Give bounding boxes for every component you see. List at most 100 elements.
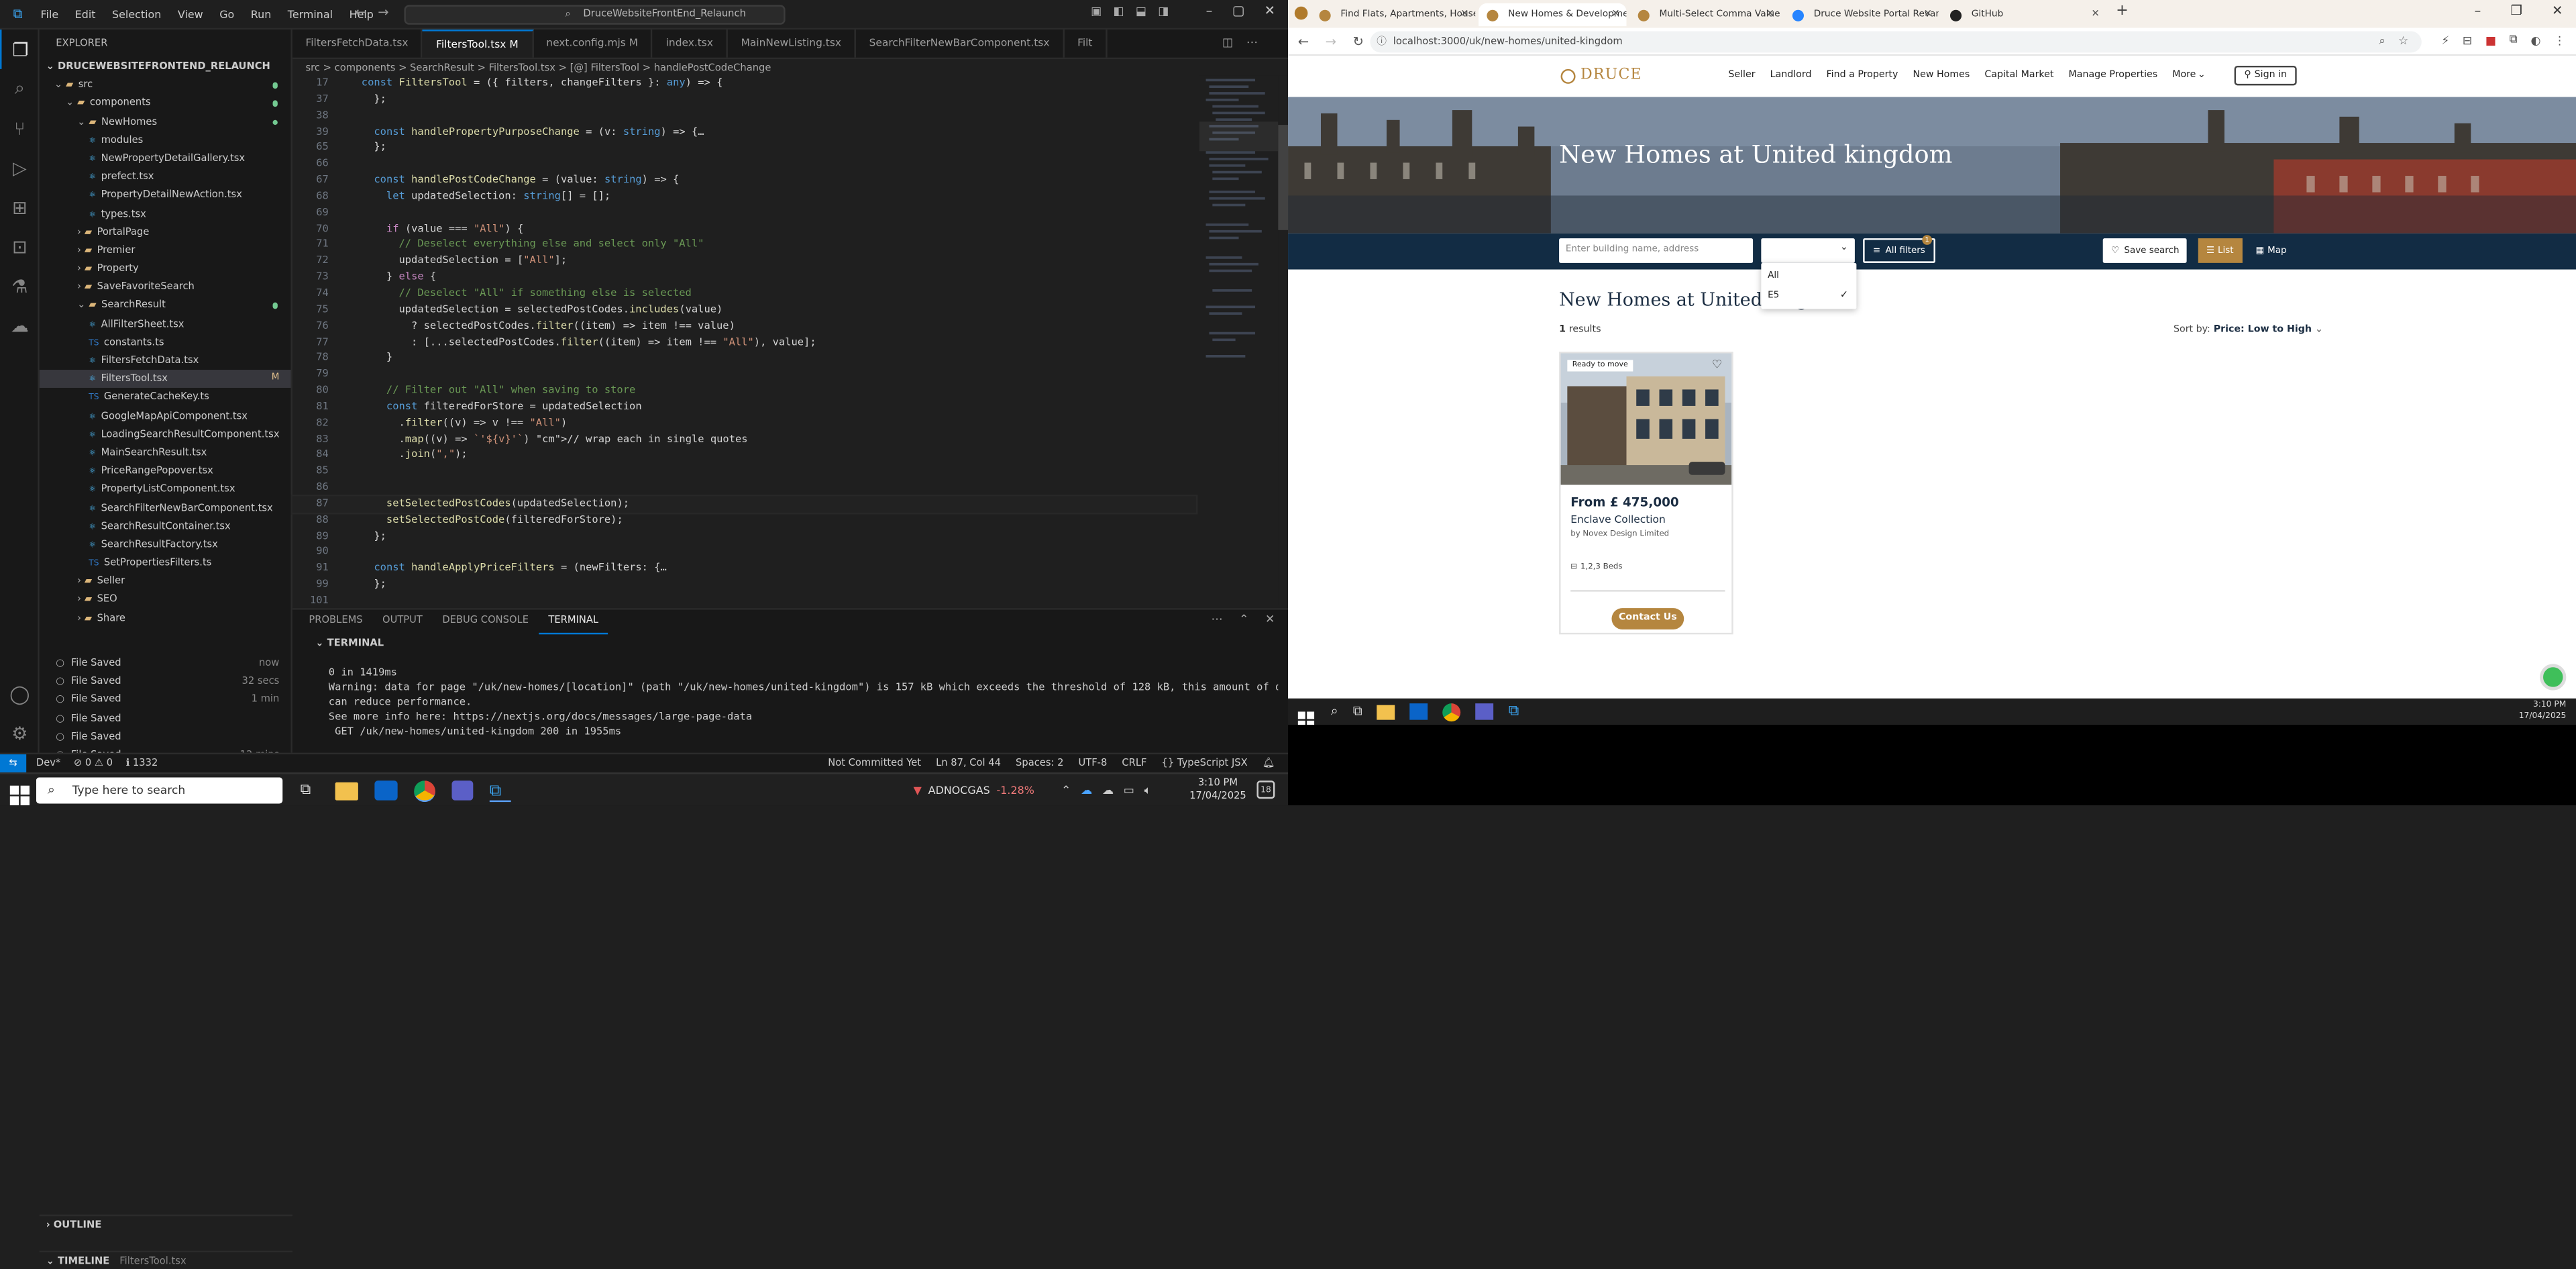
tree-item[interactable]: ⚛ AllFilterSheet.tsx: [40, 315, 291, 333]
status-item[interactable]: Not Committed Yet: [828, 754, 921, 774]
map-view-button[interactable]: ▦ Map: [2247, 238, 2295, 263]
status-item[interactable]: Ln 87, Col 44: [936, 754, 1001, 774]
volume-icon[interactable]: 🔈︎: [1144, 783, 1151, 798]
windows-start-icon[interactable]: [9, 780, 30, 806]
browser-tab[interactable]: New Homes & Developments✕: [1479, 3, 1627, 27]
tree-item[interactable]: ⚛ PriceRangePopover.tsx: [40, 462, 291, 480]
forward-arrow-icon[interactable]: →: [378, 5, 388, 19]
settings-gear-icon[interactable]: ⚙: [0, 713, 40, 753]
menu-item-view[interactable]: View: [170, 0, 211, 30]
outlook-icon[interactable]: [1409, 703, 1428, 720]
search-icon[interactable]: ⌕: [0, 69, 40, 109]
tree-item[interactable]: TS constants.ts: [40, 334, 291, 352]
nav-link-manage-properties[interactable]: Manage Properties: [2069, 70, 2158, 81]
chrome-icon[interactable]: [1442, 702, 1461, 721]
timeline-section-header[interactable]: ⌄ TIMELINE FiltersTool.tsx: [39, 1250, 292, 1269]
status-item[interactable]: Spaces: 2: [1016, 754, 1063, 774]
editor-tab[interactable]: FiltersTool.tsx M: [423, 30, 533, 58]
chevron-up-icon[interactable]: ⌃: [1061, 784, 1071, 797]
status-item[interactable]: CRLF: [1122, 754, 1146, 774]
new-tab-icon[interactable]: +: [2116, 3, 2128, 19]
whatsapp-icon[interactable]: [2540, 664, 2567, 691]
timeline-item[interactable]: ○ File Saved: [40, 709, 292, 727]
code-line[interactable]: 69: [292, 205, 1196, 221]
back-arrow-icon[interactable]: ←: [355, 5, 366, 19]
tree-item[interactable]: TS GenerateCacheKey.ts: [40, 389, 291, 407]
code-line[interactable]: 66: [292, 156, 1196, 172]
menu-item-file[interactable]: File: [32, 0, 66, 30]
ticker-name[interactable]: ADNOCGAS: [928, 784, 990, 797]
editor-tab[interactable]: SearchFilterNewBarComponent.tsx: [856, 30, 1065, 58]
notification-icon[interactable]: 18: [1256, 780, 1275, 799]
taskbar-search-box[interactable]: ⌕ Type here to search: [36, 777, 283, 804]
status-item[interactable]: {} TypeScript JSX: [1162, 754, 1248, 774]
tree-item[interactable]: ⚛ FiltersTool.tsx M: [39, 370, 291, 389]
browser-tab[interactable]: GitHub ✕: [1942, 3, 2106, 26]
code-line[interactable]: 89 };: [292, 529, 1196, 545]
code-line[interactable]: 80 // Filter out "All" when saving to st…: [292, 383, 1196, 399]
tree-item[interactable]: ⚛ SearchFilterNewBarComponent.tsx: [40, 499, 291, 517]
code-line[interactable]: 37 };: [292, 92, 1196, 108]
tree-item[interactable]: ⚛ MainSearchResult.tsx: [40, 444, 291, 462]
tree-item[interactable]: ⚛ SearchResultFactory.tsx: [40, 536, 291, 554]
extensions-icon[interactable]: ⊞: [0, 187, 40, 227]
layout-icon[interactable]: ▣: [1091, 5, 1102, 18]
run-debug-icon[interactable]: ▷: [0, 148, 40, 187]
tree-item[interactable]: ⚛ FiltersFetchData.tsx: [40, 352, 291, 370]
command-center-search[interactable]: ⌕ DruceWebsiteFrontEnd_Relaunch: [404, 5, 786, 25]
docker-icon[interactable]: ☁: [0, 306, 40, 346]
forward-arrow-icon[interactable]: →: [1326, 34, 1336, 49]
minimize-icon[interactable]: –: [2475, 3, 2481, 18]
tree-item[interactable]: › ▰ Share: [40, 609, 291, 627]
tab-close-icon[interactable]: ✕: [1766, 3, 1774, 26]
source-control-icon[interactable]: ⑂: [0, 109, 40, 148]
task-view-icon[interactable]: ⧉: [292, 782, 319, 799]
explorer-icon[interactable]: ❐: [0, 30, 40, 69]
tree-item[interactable]: ⚛ modules: [40, 131, 291, 149]
nav-link-capital-market[interactable]: Capital Market: [1984, 70, 2053, 81]
breadcrumb[interactable]: src > components > SearchResult > Filter…: [292, 61, 1288, 77]
network-icon[interactable]: ▭: [1124, 784, 1134, 797]
bookmark-star-icon[interactable]: ☆: [2398, 32, 2408, 53]
code-line[interactable]: 101: [292, 593, 1196, 609]
task-view-icon[interactable]: ⧉: [1353, 703, 1362, 719]
code-line[interactable]: 84 .join(",");: [292, 448, 1196, 464]
workspace-root[interactable]: ⌄ DRUCEWEBSITEFRONTEND_RELAUNCH: [40, 58, 291, 76]
editor-scrollbar[interactable]: [1278, 75, 1289, 605]
more-actions-icon[interactable]: ⋯: [1246, 36, 1258, 50]
outlook-icon[interactable]: [374, 780, 398, 801]
sign-in-button[interactable]: ⚲ Sign in: [2234, 65, 2297, 86]
chrome-icon[interactable]: [414, 780, 435, 801]
menu-item-terminal[interactable]: Terminal: [280, 0, 341, 30]
code-line[interactable]: 68 let updatedSelection: string[] = [];: [292, 189, 1196, 205]
editor-tab[interactable]: Filt: [1064, 30, 1108, 58]
toggle-sidebar-icon[interactable]: ◧: [1114, 5, 1124, 18]
druce-logo[interactable]: DRUCE: [1560, 67, 1642, 84]
close-icon[interactable]: ✕: [2552, 3, 2563, 18]
extensions-puzzle-icon[interactable]: ⧉: [2510, 33, 2518, 48]
profile-icon[interactable]: ◐: [2530, 34, 2540, 47]
code-line[interactable]: 91 const handleApplyPriceFilters = (newF…: [292, 561, 1196, 577]
nav-link-find-a-property[interactable]: Find a Property: [1827, 70, 1898, 81]
code-line[interactable]: 83 .map((v) => `'${v}'`) "cm">// wrap ea…: [292, 432, 1196, 448]
minimap[interactable]: [1199, 75, 1279, 605]
onedrive-icon[interactable]: ☁: [1081, 784, 1092, 797]
card-name[interactable]: Enclave Collection: [1570, 515, 1666, 526]
toggle-panel-icon[interactable]: ⬓: [1136, 5, 1146, 18]
code-line[interactable]: 90: [292, 545, 1196, 561]
editor-tab[interactable]: next.config.mjs M: [533, 30, 653, 58]
tree-item[interactable]: TS SetPropertiesFilters.ts: [40, 554, 291, 572]
search-icon[interactable]: ⌕: [1331, 703, 1338, 719]
code-line[interactable]: 77 : [...selectedPostCodes.filter((item)…: [292, 334, 1196, 350]
editor-tab[interactable]: FiltersFetchData.tsx: [292, 30, 423, 58]
nav-link-more[interactable]: More: [2172, 70, 2196, 81]
code-line[interactable]: 78 }: [292, 350, 1196, 366]
tree-item[interactable]: › ▰ SEO: [40, 591, 291, 609]
clock-time[interactable]: 3:10 PM: [1189, 777, 1246, 789]
outline-section-header[interactable]: › OUTLINE: [39, 1214, 292, 1232]
tab-close-icon[interactable]: ✕: [1924, 3, 1932, 26]
code-line[interactable]: 73 } else {: [292, 270, 1196, 286]
scrollbar-thumb[interactable]: [1278, 125, 1289, 230]
tree-item[interactable]: ⚛ types.tsx: [40, 205, 291, 223]
timeline-item[interactable]: ○ File Saved 1 min: [40, 691, 292, 709]
